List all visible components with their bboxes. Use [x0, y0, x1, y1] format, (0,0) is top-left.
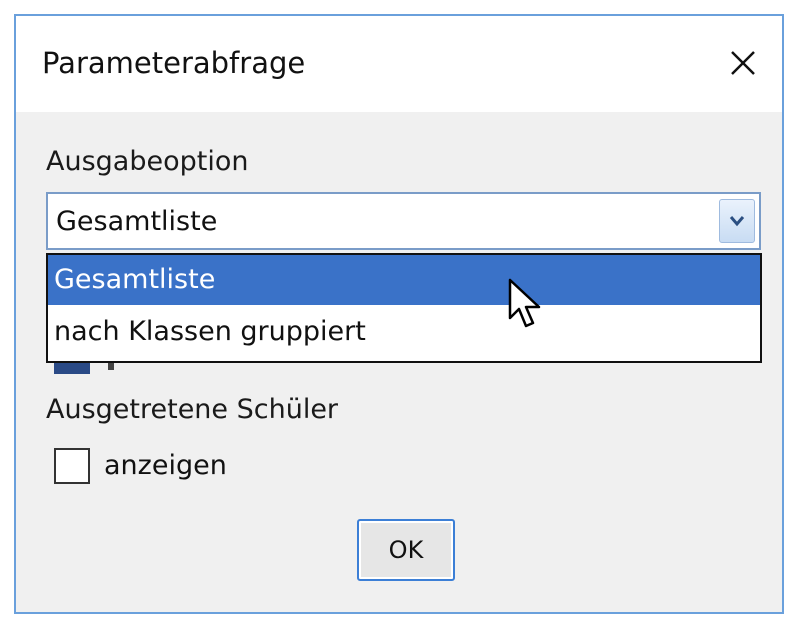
chevron-down-icon [729, 216, 745, 227]
option-gesamtliste[interactable]: Gesamtliste [48, 255, 760, 305]
anzeigen-checkbox[interactable] [54, 448, 90, 484]
ok-button[interactable]: OK [357, 519, 455, 581]
obscured-checkbox [54, 362, 90, 374]
screen: Parameterabfrage Ausgabeoption Gesamtlis… [0, 0, 795, 626]
option-nach-klassen-gruppiert[interactable]: nach Klassen gruppiert [48, 307, 760, 357]
parameter-dialog: Parameterabfrage Ausgabeoption Gesamtlis… [14, 14, 784, 614]
ausgabeoption-dropdown-list: Gesamtliste nach Klassen gruppiert [46, 253, 762, 363]
mouse-pointer-icon [508, 278, 548, 338]
ausgetretene-schueler-label: Ausgetretene Schüler [46, 394, 339, 425]
close-button[interactable] [716, 36, 770, 90]
ausgabeoption-select[interactable]: Gesamtliste [46, 192, 761, 250]
dropdown-arrow-button[interactable] [719, 199, 755, 243]
select-current-value: Gesamtliste [56, 206, 218, 237]
ausgabeoption-label: Ausgabeoption [46, 146, 249, 177]
anzeigen-label: anzeigen [104, 450, 227, 481]
dialog-title: Parameterabfrage [42, 46, 306, 80]
close-icon [731, 51, 755, 75]
title-bar: Parameterabfrage [16, 16, 782, 112]
obscured-label-fragment [108, 362, 114, 370]
